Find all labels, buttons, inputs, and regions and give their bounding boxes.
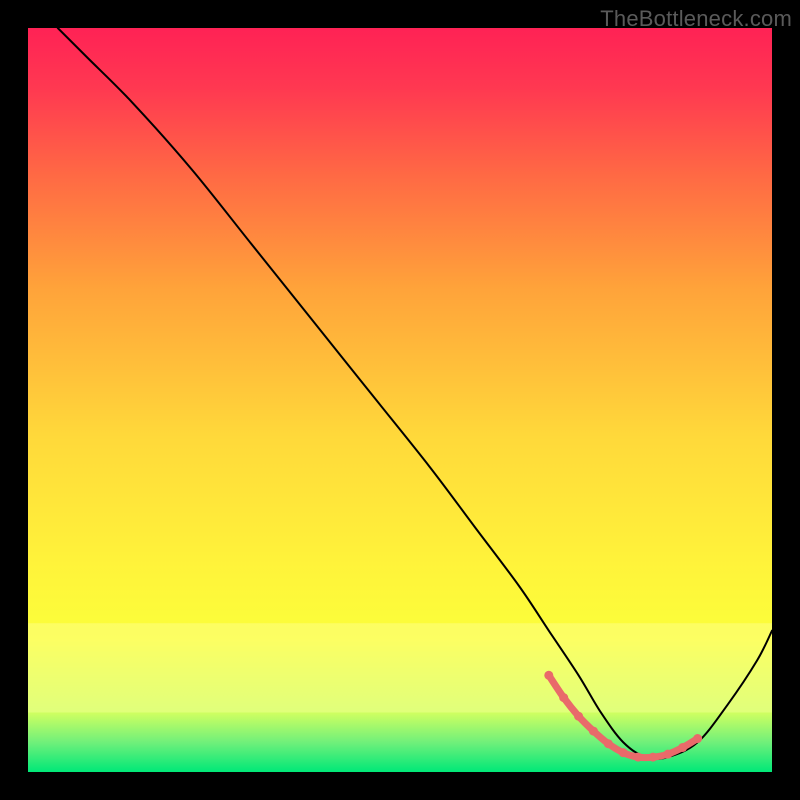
optimal-zone-marker [678, 743, 687, 752]
optimal-zone-marker [544, 671, 553, 680]
optimal-zone-marker [574, 712, 583, 721]
optimal-zone-marker [693, 734, 702, 743]
optimal-zone-marker [604, 739, 613, 748]
plot-area [28, 28, 772, 772]
optimal-zone-marker [559, 693, 568, 702]
optimal-zone-marker [619, 748, 628, 757]
chart-container: TheBottleneck.com [0, 0, 800, 800]
optimal-zone-marker [634, 753, 643, 762]
optimal-zone-marker [663, 750, 672, 759]
chart-svg [28, 28, 772, 772]
optimal-zone-marker [648, 753, 657, 762]
optimal-zone-marker [589, 727, 598, 736]
